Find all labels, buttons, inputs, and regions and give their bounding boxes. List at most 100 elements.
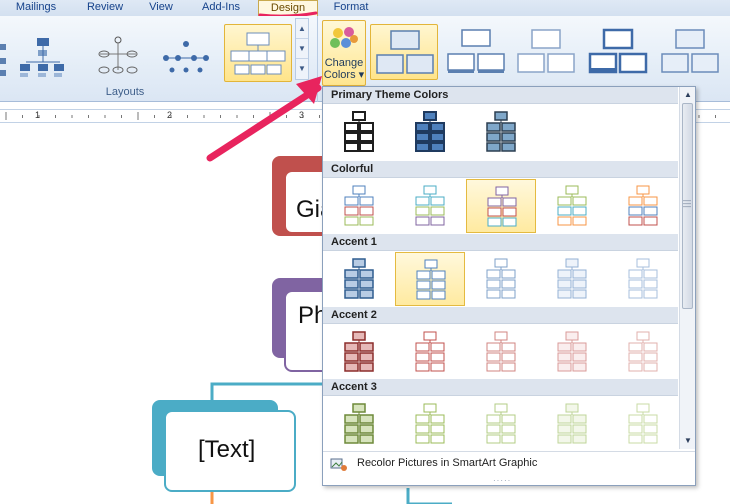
smartart-style-icon xyxy=(517,29,575,73)
color-option[interactable] xyxy=(395,252,465,306)
hierarchy-color-preview-icon xyxy=(415,331,445,372)
hierarchy-color-preview-icon xyxy=(415,403,445,444)
smartart-style-icon xyxy=(661,29,719,73)
ruler-number: 2 xyxy=(167,110,173,120)
layouts-group-label: Layouts xyxy=(105,86,145,98)
color-option[interactable] xyxy=(537,179,607,233)
color-option[interactable] xyxy=(466,252,536,306)
dropdown-scrollbar[interactable]: ▲ — — — ▼ xyxy=(679,87,695,449)
layouts-gallery-scroller: ▲ ▼ ▼ xyxy=(295,18,309,80)
hierarchy-layout-icon xyxy=(230,32,286,75)
layouts-group: ▲ ▼ ▼ Layouts xyxy=(0,16,318,102)
hierarchy-color-preview-icon xyxy=(416,259,446,300)
color-option[interactable] xyxy=(395,325,465,379)
color-option[interactable] xyxy=(537,325,607,379)
color-option[interactable] xyxy=(324,325,394,379)
hierarchy-color-preview-icon xyxy=(486,111,516,152)
hierarchy-color-preview-icon xyxy=(415,185,445,226)
color-palette-icon xyxy=(330,27,358,48)
smartart-style-icon xyxy=(376,30,434,74)
hierarchy-color-preview-icon xyxy=(344,331,374,372)
color-option[interactable] xyxy=(466,325,536,379)
tab-format[interactable]: Format xyxy=(322,0,380,16)
chevron-down-icon: ▾ xyxy=(358,69,365,81)
layout-option-org-chart[interactable] xyxy=(14,30,70,80)
color-option[interactable] xyxy=(608,179,678,233)
color-option[interactable] xyxy=(324,105,394,159)
layout-option-horizontal-hierarchy[interactable] xyxy=(158,30,214,80)
hierarchy-color-preview-icon xyxy=(628,258,658,299)
section-header-accent-2: Accent 2 xyxy=(323,307,678,324)
smartart-style-1[interactable] xyxy=(370,24,438,80)
horizontal-hierarchy-layout-icon xyxy=(163,41,209,73)
change-colors-label-line2: Colors xyxy=(323,69,356,81)
hierarchy-color-preview-icon xyxy=(344,111,374,152)
hierarchy-color-preview-icon xyxy=(344,258,374,299)
hierarchy-color-preview-icon xyxy=(344,403,374,444)
smartart-shape-3-text: [Text] xyxy=(198,436,256,463)
layout-option-selected[interactable] xyxy=(224,24,292,82)
color-option[interactable] xyxy=(608,325,678,379)
color-option[interactable] xyxy=(395,105,465,159)
smartart-style-icon xyxy=(447,29,505,73)
color-option[interactable] xyxy=(537,252,607,306)
smartart-style-icon xyxy=(588,28,648,74)
tab-mailings[interactable]: Mailings xyxy=(2,0,70,16)
smartart-shape-3[interactable]: [Text] xyxy=(164,410,296,492)
tab-view[interactable]: View xyxy=(140,0,182,16)
ribbon-tab-bar: Mailings Review View Add-Ins Design Form… xyxy=(0,0,730,18)
section-header-accent-1: Accent 1 xyxy=(323,234,678,251)
color-option[interactable] xyxy=(466,179,536,233)
ruler-number: 3 xyxy=(299,110,305,120)
color-option[interactable] xyxy=(324,397,394,451)
color-option[interactable] xyxy=(537,397,607,451)
color-option[interactable] xyxy=(466,105,536,159)
hierarchy-color-preview-icon xyxy=(557,185,587,226)
circle-hierarchy-layout-icon xyxy=(98,36,138,74)
change-colors-label-line1: Change xyxy=(324,57,364,69)
recolor-pictures-icon xyxy=(330,458,347,471)
color-option[interactable] xyxy=(466,397,536,451)
tab-review[interactable]: Review xyxy=(76,0,134,16)
scroll-up-button[interactable]: ▲ xyxy=(680,88,696,102)
layout-option-circle-hierarchy[interactable] xyxy=(90,30,146,80)
change-colors-button[interactable]: Change Colors ▾ xyxy=(322,20,366,86)
hierarchy-color-preview-icon xyxy=(487,186,517,227)
hierarchy-color-preview-icon xyxy=(486,258,516,299)
scroll-down-button[interactable]: ▼ xyxy=(680,434,696,448)
hierarchy-color-preview-icon xyxy=(486,331,516,372)
section-header-accent-3: Accent 3 xyxy=(323,379,678,396)
color-option[interactable] xyxy=(395,397,465,451)
color-option[interactable] xyxy=(608,397,678,451)
recolor-pictures-menu-item[interactable]: Recolor Pictures in SmartArt Graphic xyxy=(323,451,695,475)
org-chart-layout-icon xyxy=(20,38,64,77)
ruler-number: 1 xyxy=(35,110,41,120)
hierarchy-color-preview-icon xyxy=(415,111,445,152)
hierarchy-color-preview-icon xyxy=(628,331,658,372)
layouts-scroll-down-button[interactable]: ▼ xyxy=(296,39,308,59)
hierarchy-color-preview-icon xyxy=(557,403,587,444)
section-header-colorful: Colorful xyxy=(323,161,678,178)
color-option[interactable] xyxy=(324,179,394,233)
smartart-style-4[interactable] xyxy=(584,24,652,80)
change-colors-dropdown: Primary Theme Colors Colorful Accent 1 A… xyxy=(322,86,696,486)
resize-grip-icon[interactable]: ····· xyxy=(493,476,511,485)
hierarchy-color-preview-icon xyxy=(628,403,658,444)
smartart-style-2[interactable] xyxy=(442,24,510,80)
smartart-style-3[interactable] xyxy=(512,24,580,80)
tab-add-ins[interactable]: Add-Ins xyxy=(188,0,254,16)
color-option[interactable] xyxy=(608,252,678,306)
layouts-more-button[interactable]: ▼ xyxy=(296,59,308,79)
hierarchy-color-preview-icon xyxy=(557,331,587,372)
hierarchy-color-preview-icon xyxy=(344,185,374,226)
smartart-style-5[interactable] xyxy=(656,24,724,80)
hierarchy-color-preview-icon xyxy=(486,403,516,444)
grip-icon: — — — xyxy=(683,196,691,211)
recolor-pictures-label: Recolor Pictures in SmartArt Graphic xyxy=(357,457,538,469)
hierarchy-color-preview-icon xyxy=(557,258,587,299)
color-option[interactable] xyxy=(395,179,465,233)
section-header-primary-theme-colors: Primary Theme Colors xyxy=(323,87,678,104)
color-option[interactable] xyxy=(324,252,394,306)
layouts-scroll-up-button[interactable]: ▲ xyxy=(296,19,308,39)
hierarchy-color-preview-icon xyxy=(628,185,658,226)
